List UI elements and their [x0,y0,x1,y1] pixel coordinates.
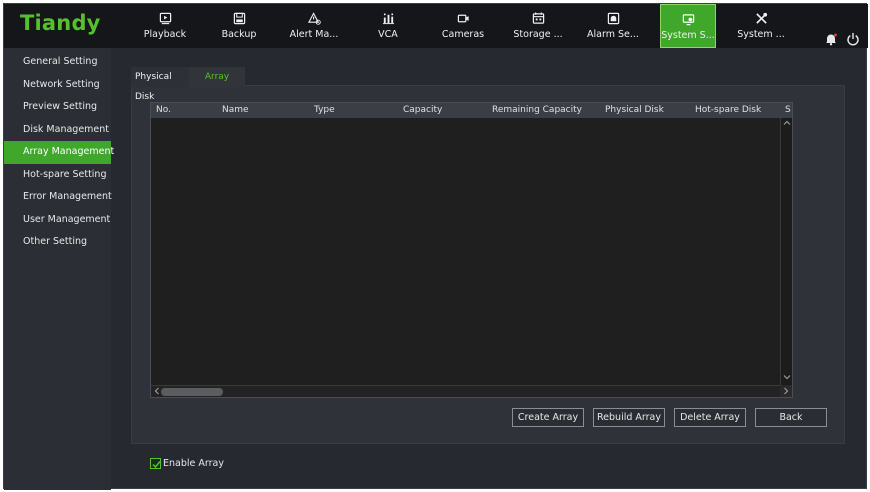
nav-system-settings-label: System S... [661,30,715,41]
sidebar-item-disk-management[interactable]: Disk Management [4,119,111,142]
column-header-physical-disk[interactable]: Physical Disk [605,103,664,118]
notification-bell-icon[interactable] [824,32,838,46]
column-header-hot-spare-disk[interactable]: Hot-spare Disk [695,103,761,118]
sidebar-item-preview-setting[interactable]: Preview Setting [4,96,111,119]
sidebar-item-error-management[interactable]: Error Management [4,186,112,209]
nav-backup[interactable]: Backup [211,4,267,48]
rebuild-array-button[interactable]: Rebuild Array [593,408,665,427]
nav-backup-label: Backup [221,29,257,40]
nav-alert-label: Alert Ma... [289,29,339,40]
nav-vca[interactable]: VCA [360,4,416,48]
camera-icon [435,4,491,24]
horizontal-scrollbar[interactable] [151,385,781,397]
top-navigation-bar: Tiandy Playback Backup Alert Ma... VCA C… [4,4,868,48]
backup-icon [211,4,267,25]
scroll-right-icon[interactable] [780,385,792,397]
column-header-type[interactable]: Type [314,103,335,118]
column-header-status[interactable]: S [785,103,791,118]
column-header-no[interactable]: No. [156,103,171,118]
sidebar-item-array-management[interactable]: Array Management [4,141,114,164]
nav-storage[interactable]: Storage ... [510,4,566,48]
nav-alarm-label: Alarm Se... [587,29,639,40]
nav-cameras-label: Cameras [441,29,485,40]
vertical-scrollbar[interactable] [780,118,792,386]
sidebar-item-user-management[interactable]: User Management [4,209,111,232]
sidebar-item-hot-spare-setting[interactable]: Hot-spare Setting [4,164,111,187]
nav-storage-label: Storage ... [513,29,563,40]
nav-cameras[interactable]: Cameras [435,4,491,48]
settings-sidebar: General Setting Network Setting Preview … [4,48,114,490]
sidebar-item-network-setting[interactable]: Network Setting [4,74,111,97]
vca-icon [360,4,416,25]
alarm-icon [585,4,641,25]
array-table: No. Name Type Capacity Remaining Capacit… [150,102,793,398]
tiandy-logo: Tiandy [20,11,101,35]
horizontal-scroll-thumb[interactable] [161,388,223,396]
enable-array-label: Enable Array [163,458,224,469]
table-header: No. Name Type Capacity Remaining Capacit… [151,103,792,118]
column-header-capacity[interactable]: Capacity [403,103,442,118]
nav-system-settings[interactable]: System S... [660,4,716,48]
tab-array[interactable]: Array [189,67,245,87]
playback-icon [137,4,193,25]
back-button[interactable]: Back [755,408,827,427]
scroll-up-icon[interactable] [783,119,791,130]
nav-playback-label: Playback [143,29,187,40]
nav-alarm-settings[interactable]: Alarm Se... [585,4,641,48]
nav-playback[interactable]: Playback [137,4,193,48]
power-icon[interactable] [846,32,860,46]
nav-system-label: System ... [737,29,785,40]
sidebar-item-general-setting[interactable]: General Setting [4,51,111,74]
scroll-left-icon[interactable] [153,387,161,397]
column-header-remaining-capacity[interactable]: Remaining Capacity [492,103,582,118]
enable-array-checkbox[interactable] [150,458,161,469]
create-array-button[interactable]: Create Array [512,408,584,427]
column-header-name[interactable]: Name [222,103,249,118]
app-window: Tiandy Playback Backup Alert Ma... VCA C… [3,3,868,490]
tools-icon [733,4,789,24]
alert-icon [286,4,342,25]
nav-alert-management[interactable]: Alert Ma... [286,4,342,48]
storage-icon [510,4,566,24]
nav-vca-label: VCA [378,29,398,40]
nav-system-maintenance[interactable]: System ... [733,4,789,48]
sidebar-item-other-setting[interactable]: Other Setting [4,231,111,254]
scroll-down-icon[interactable] [783,373,791,384]
system-settings-icon [661,5,715,26]
delete-array-button[interactable]: Delete Array [674,408,746,427]
tab-physical-disk[interactable]: Physical Disk [131,67,189,102]
